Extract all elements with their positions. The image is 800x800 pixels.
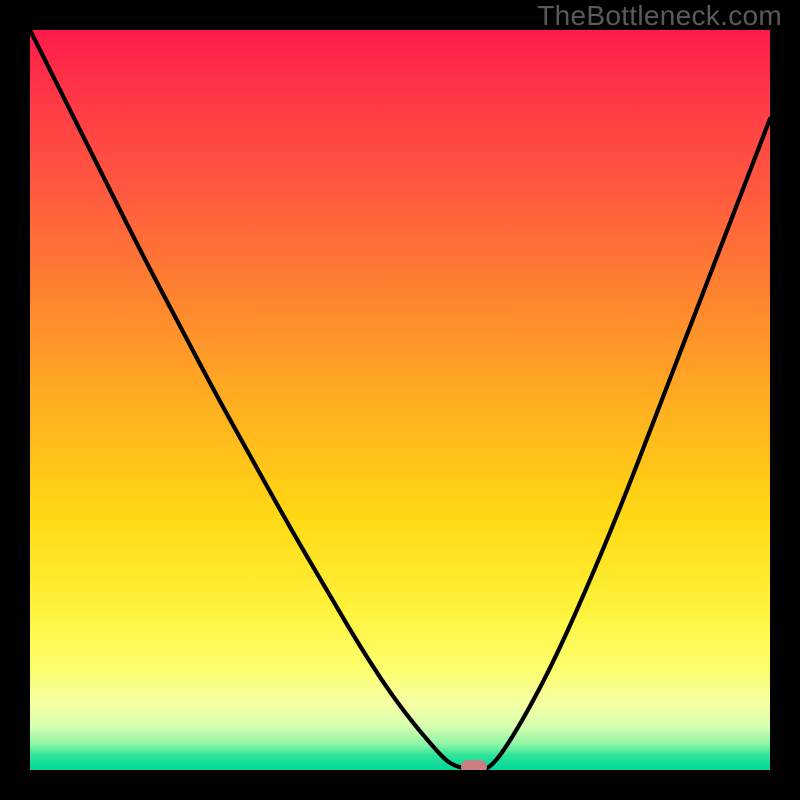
plot-area (30, 30, 770, 770)
bottleneck-curve (30, 30, 770, 770)
chart-frame: TheBottleneck.com (0, 0, 800, 800)
watermark-text: TheBottleneck.com (537, 0, 782, 32)
optimum-marker (461, 760, 487, 770)
